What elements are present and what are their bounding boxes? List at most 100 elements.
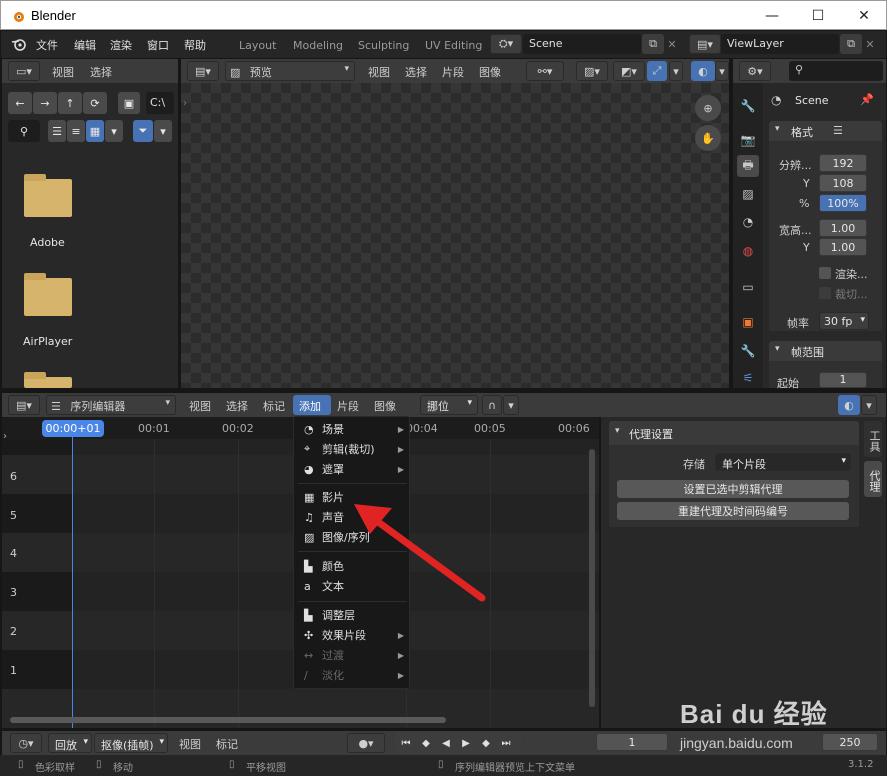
menu-select[interactable]: 选择	[226, 398, 248, 414]
frame-start-field[interactable]: 1	[819, 372, 867, 388]
close-button[interactable]: ✕	[841, 1, 887, 31]
display-horizontal-list-icon[interactable]: ≡	[67, 120, 85, 142]
menu-item-effect-strip[interactable]: ✣ 效果片段 ▶	[294, 625, 410, 645]
format-panel-header[interactable]: ▾ 格式 ☰	[769, 121, 882, 141]
frame-range-panel-header[interactable]: ▾ 帧范围	[769, 341, 882, 361]
object-tab-icon[interactable]: ▣	[737, 311, 759, 333]
search-icon[interactable]: ⚲	[8, 120, 40, 142]
frame-rate-dropdown[interactable]: 30 fp ▾	[819, 312, 869, 330]
overlay-toggle-icon[interactable]: ◐	[691, 61, 715, 81]
editor-type-icon[interactable]: ▭▾	[8, 61, 40, 81]
display-channels-icon[interactable]: ▨▾	[576, 61, 608, 81]
menu-view[interactable]: 视图	[368, 64, 390, 80]
jump-end-icon[interactable]: ⏭	[497, 734, 515, 752]
menu-edit[interactable]: 编辑	[74, 37, 96, 53]
menu-image[interactable]: 图像	[374, 398, 396, 414]
overlay-dropdown-icon[interactable]: ▾	[715, 61, 729, 81]
menu-item-scene[interactable]: ◔ 场景 ▶	[294, 419, 410, 439]
modifier-tab-icon[interactable]: 🔧	[737, 340, 759, 362]
gizmo-dropdown-icon[interactable]: ▾	[669, 61, 683, 81]
pan-hand-icon[interactable]: ✋	[695, 125, 721, 151]
zoom-icon[interactable]: ⊕	[695, 95, 721, 121]
parent-dir-icon[interactable]: ↑	[58, 92, 82, 114]
sidebar-toggle-icon[interactable]: ›	[183, 98, 187, 109]
storage-dropdown[interactable]: 单个片段 ▾	[715, 453, 851, 471]
pivot-icon[interactable]: ⚯▾	[526, 61, 564, 81]
collection-tab-icon[interactable]: ▭	[737, 276, 759, 298]
tab-uv-editing[interactable]: UV Editing	[425, 39, 482, 52]
auto-keying-icon[interactable]: ●▾	[347, 733, 385, 753]
blender-menu-icon[interactable]	[11, 37, 27, 51]
view-type-dropdown[interactable]: ▨ 预览 ▾	[225, 61, 355, 81]
menu-marker[interactable]: 标记	[263, 398, 285, 414]
tab-sculpting[interactable]: Sculpting	[358, 39, 409, 52]
new-folder-icon[interactable]: ▣	[118, 92, 140, 114]
world-tab-icon[interactable]: ◍	[737, 240, 759, 262]
aspect-y-field[interactable]: 1.00	[819, 238, 867, 256]
search-input[interactable]: ⚲	[789, 61, 883, 81]
editor-type-icon[interactable]: ▤▾	[8, 395, 40, 415]
vertical-scrollbar[interactable]	[589, 449, 595, 707]
maximize-button[interactable]: ☐	[795, 1, 841, 31]
refresh-icon[interactable]: ⟳	[83, 92, 107, 114]
menu-view[interactable]: 视图	[189, 398, 211, 414]
play-reverse-icon[interactable]: ◀	[437, 734, 455, 752]
display-thumbnails-icon[interactable]: ▦	[86, 120, 104, 142]
sequencer-overlay-icon[interactable]: ◐	[838, 395, 860, 415]
next-keyframe-icon[interactable]: ◆	[477, 734, 495, 752]
menu-strip[interactable]: 片段	[337, 398, 359, 414]
tab-modeling[interactable]: Modeling	[293, 39, 343, 52]
view-layer-field[interactable]: ViewLayer	[721, 34, 839, 54]
render-tab-icon[interactable]: 📷	[737, 129, 759, 151]
menu-strip[interactable]: 片段	[442, 64, 464, 80]
editor-type-icon[interactable]: ◷▾	[10, 733, 42, 753]
output-tab-icon[interactable]: 🖶	[737, 155, 759, 177]
playback-dropdown[interactable]: 回放 ▾	[48, 733, 92, 753]
resolution-percent-field[interactable]: 100%	[819, 194, 867, 212]
forward-icon[interactable]: →	[33, 92, 57, 114]
editor-type-icon[interactable]: ▤▾	[187, 61, 219, 81]
scene-tab-icon[interactable]: ◔	[737, 211, 759, 233]
jump-start-icon[interactable]: ⏮	[397, 734, 415, 752]
tool-tab-icon[interactable]: 🔧	[737, 95, 759, 117]
filter-icon[interactable]: ⏷	[133, 120, 153, 142]
constraint-tab-icon[interactable]: ⚟	[737, 367, 759, 389]
presets-icon[interactable]: ☰	[833, 124, 843, 137]
editor-type-icon[interactable]: ⚙▾	[739, 61, 771, 81]
tab-tool[interactable]: 工具	[864, 421, 882, 457]
resolution-x-field[interactable]: 192	[819, 154, 867, 172]
menu-marker[interactable]: 标记	[216, 736, 238, 752]
pin-icon[interactable]: 📌	[860, 93, 874, 106]
tab-layout[interactable]: Layout	[239, 39, 276, 52]
menu-view[interactable]: 视图	[52, 64, 74, 80]
tab-proxy[interactable]: 代理	[864, 461, 882, 497]
minimize-button[interactable]: —	[749, 1, 795, 31]
play-icon[interactable]: ▶	[457, 734, 475, 752]
new-scene-icon[interactable]: ⧉	[642, 34, 664, 54]
menu-window[interactable]: 窗口	[147, 37, 169, 53]
menu-select[interactable]: 选择	[90, 64, 112, 80]
display-size-dropdown-icon[interactable]: ▾	[105, 120, 123, 142]
scene-selector-icon[interactable]: ⛭▾	[490, 34, 522, 54]
menu-render[interactable]: 渲染	[110, 37, 132, 53]
menu-item-mask[interactable]: ◕ 遮罩 ▶	[294, 459, 410, 479]
set-selected-proxy-button[interactable]: 设置已选中剪辑代理	[617, 480, 849, 498]
gizmo-icon[interactable]: ⤢	[647, 61, 667, 81]
render-region-checkbox[interactable]	[819, 267, 831, 279]
overlap-mode-dropdown[interactable]: 挪位 ▾	[420, 395, 478, 415]
menu-add[interactable]: 添加	[293, 395, 331, 415]
menu-file[interactable]: 文件	[36, 37, 58, 53]
keying-dropdown[interactable]: 抠像(插帧) ▾	[94, 733, 168, 753]
overlay-icon[interactable]: ◩▾	[613, 61, 645, 81]
menu-select[interactable]: 选择	[405, 64, 427, 80]
channel-toggle-icon[interactable]: ›	[3, 431, 7, 442]
remove-scene-icon[interactable]: ✕	[665, 34, 679, 54]
current-time-indicator[interactable]: 00:00+01	[42, 420, 104, 437]
display-vertical-list-icon[interactable]: ☰	[48, 120, 66, 142]
back-icon[interactable]: ←	[8, 92, 32, 114]
proxy-panel-header[interactable]: ▾ 代理设置	[609, 421, 859, 445]
preview-viewport[interactable]	[181, 83, 729, 388]
menu-image[interactable]: 图像	[479, 64, 501, 80]
resolution-y-field[interactable]: 108	[819, 174, 867, 192]
snap-icon[interactable]: ∩	[482, 395, 502, 415]
